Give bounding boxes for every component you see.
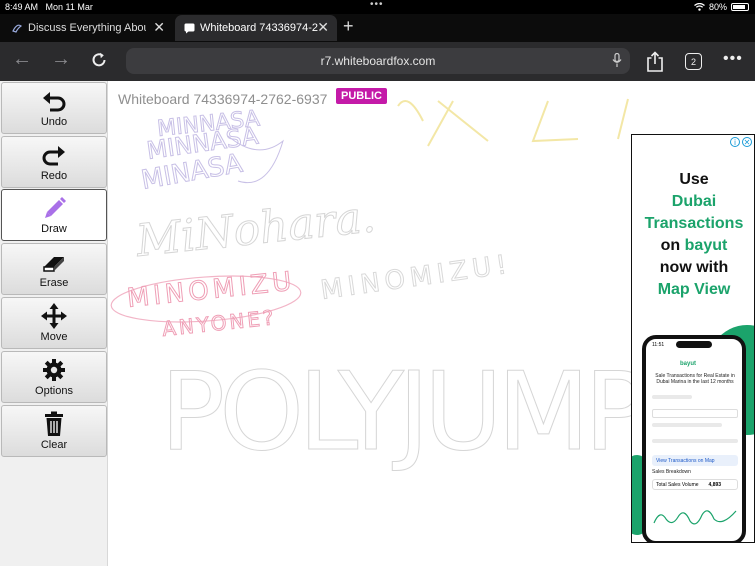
phone-notch <box>676 341 712 348</box>
multitask-dots-icon[interactable]: ••• <box>370 0 384 10</box>
close-tab-icon[interactable]: ✕ <box>153 19 165 36</box>
status-bar: 8:49 AM Mon 11 Mar ••• 80% <box>0 0 755 14</box>
phone-mockup: 11:51 bayut Sale Transactions for Real E… <box>642 335 746 542</box>
mi-nohara-text: MiNohara. <box>133 191 378 267</box>
phone-time: 11:51 <box>652 342 665 348</box>
tab-discuss[interactable]: Discuss Everything Abou ✕ <box>3 15 173 41</box>
phone-placeholder <box>652 423 722 427</box>
advertisement[interactable]: i ✕ Use Dubai Transactions on bayut now … <box>631 134 755 543</box>
tab-whiteboard[interactable]: Whiteboard 74336974-2 ✕ <box>175 15 337 41</box>
draw-label: Draw <box>41 223 67 235</box>
phone-stat-row: Total Sales Volume 4,893 <box>652 479 738 490</box>
redo-icon <box>42 146 65 166</box>
site-favicon-icon <box>11 22 23 34</box>
url-field[interactable]: r7.whiteboardfox.com <box>126 48 630 74</box>
close-icon[interactable]: ✕ <box>742 137 752 147</box>
redo-label: Redo <box>40 170 68 182</box>
public-badge: PUBLIC <box>336 88 387 104</box>
battery-percent: 80% <box>708 2 727 12</box>
phone-line-chart <box>653 510 737 525</box>
clear-button[interactable]: Clear <box>1 405 107 457</box>
phone-heading: Sale Transactions for Real Estate in Dub… <box>655 373 735 385</box>
ad-choices[interactable]: i ✕ <box>730 137 752 147</box>
status-right: 80% <box>694 2 749 12</box>
draw-button[interactable]: Draw <box>1 189 107 241</box>
status-time: 8:49 AM Mon 11 Mar <box>5 2 93 12</box>
polyjump-text: POLYJUMP <box>160 350 646 475</box>
eraser-icon <box>43 257 64 272</box>
new-tab-icon[interactable]: + <box>343 16 354 37</box>
undo-button[interactable]: Undo <box>1 82 107 134</box>
back-arrow-icon[interactable]: ← <box>12 48 32 71</box>
phone-map-button: View Transactions on Map <box>652 455 738 466</box>
erase-label: Erase <box>39 277 69 289</box>
whiteboard-toolbar: Undo Redo Draw Erase Move Options Clear <box>0 81 108 566</box>
microphone-icon[interactable] <box>612 52 622 71</box>
options-button[interactable]: Options <box>1 351 107 403</box>
move-button[interactable]: Move <box>1 297 107 349</box>
whiteboard-favicon-icon <box>183 22 195 34</box>
address-bar: ← → r7.whiteboardfox.com 2 ••• <box>0 42 755 81</box>
more-menu-icon[interactable]: ••• <box>723 50 743 68</box>
tab-count-button[interactable]: 2 <box>685 53 702 70</box>
redo-button[interactable]: Redo <box>1 136 107 188</box>
undo-label: Undo <box>40 116 68 128</box>
options-label: Options <box>35 385 73 397</box>
undo-icon <box>43 92 66 112</box>
forward-arrow-icon[interactable]: → <box>51 48 71 71</box>
erase-button[interactable]: Erase <box>1 243 107 295</box>
phone-placeholder <box>652 439 738 443</box>
share-icon[interactable] <box>646 51 664 77</box>
clear-label: Clear <box>40 439 68 451</box>
ad-headline: Use Dubai Transactions on bayut now with… <box>644 171 744 298</box>
gear-icon <box>43 359 65 381</box>
info-icon[interactable]: i <box>730 137 740 147</box>
pencil-icon <box>45 197 66 218</box>
phone-search-field <box>652 409 738 418</box>
bayut-logo: bayut <box>684 237 728 254</box>
reload-icon[interactable] <box>90 51 108 74</box>
tab-label: Discuss Everything Abou <box>28 22 146 34</box>
trash-icon <box>45 411 63 436</box>
battery-icon <box>731 3 749 11</box>
page-content: Undo Redo Draw Erase Move Options Clear <box>0 81 755 566</box>
tab-label: Whiteboard 74336974-2 <box>200 22 318 34</box>
anyone-text: ANYONE? <box>161 305 278 341</box>
minomizu-right-text: MINOMIZU! <box>319 249 514 305</box>
phone-placeholder <box>652 395 692 399</box>
whiteboard-title: Whiteboard 74336974-2762-6937 <box>118 91 328 107</box>
move-label: Move <box>40 331 68 343</box>
wifi-icon <box>694 3 705 11</box>
browser-tab-bar: Discuss Everything Abou ✕ Whiteboard 743… <box>0 14 755 42</box>
phone-logo: bayut <box>680 361 697 367</box>
move-arrows-icon <box>41 303 67 329</box>
url-text: r7.whiteboardfox.com <box>320 54 436 68</box>
close-tab-icon[interactable]: ✕ <box>317 19 329 36</box>
phone-section-label: Sales Breakdown <box>652 469 691 475</box>
